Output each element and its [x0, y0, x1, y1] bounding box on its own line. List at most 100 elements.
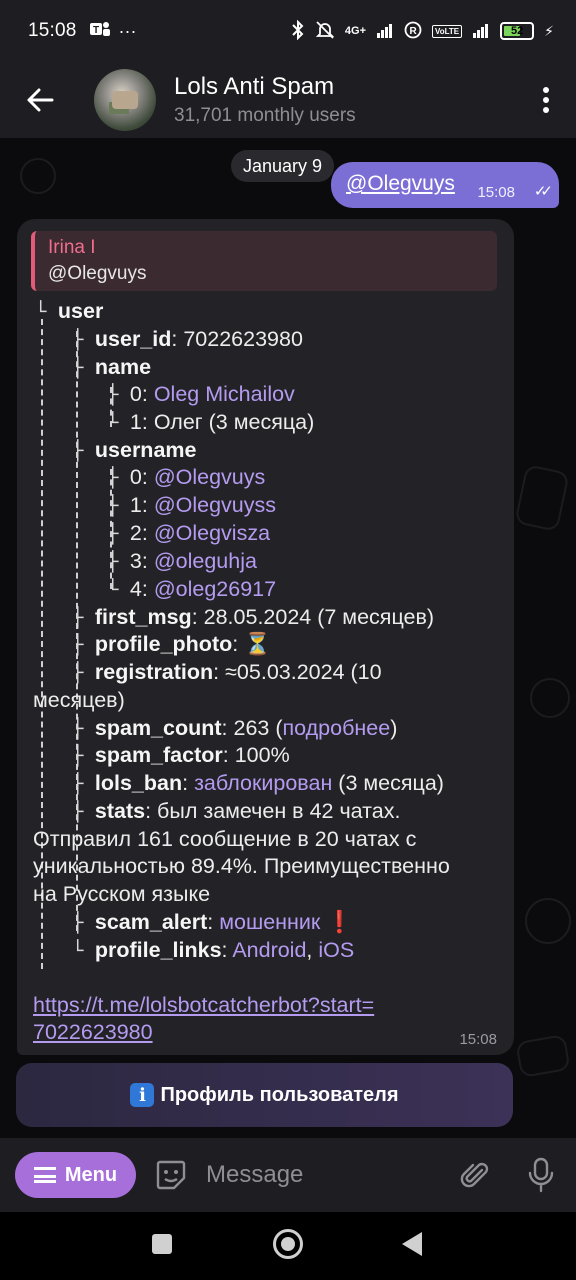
double-check-icon: ✓✓: [533, 183, 553, 200]
teams-icon: T: [89, 19, 111, 44]
microphone-icon: [528, 1157, 554, 1193]
field-spam-factor: ├ spam_factor: 100%: [72, 743, 290, 767]
menu-label: Menu: [64, 1163, 118, 1186]
message-time: 15:08: [459, 1031, 497, 1048]
username-item: ├ 2: @Olegvisza: [107, 521, 271, 545]
field-scam-alert: ├ scam_alert: мошенник ❗: [72, 910, 354, 934]
field-user-id: ├ user_id: 7022623980: [72, 327, 303, 351]
username-item: ├ 0: @Olegvuys: [107, 465, 266, 489]
outgoing-message[interactable]: @Olegvuys 15:08 ✓✓: [331, 162, 559, 208]
name-item-0: ├ 0: Oleg Michailov: [107, 382, 295, 406]
registration-cont: месяцев): [33, 688, 125, 712]
name-item-1: └ 1: Олег (3 месяца): [107, 410, 315, 434]
stats-line-3: уникальностью 89.4%. Преимущественно: [33, 854, 450, 878]
username-item: ├ 3: @oleguhja: [107, 549, 257, 573]
charging-icon: ⚡: [544, 22, 554, 39]
bluetooth-icon: [291, 19, 305, 43]
stats-line-4: на Русском языке: [33, 882, 211, 906]
message-time: 15:08: [477, 184, 515, 201]
background-pattern: [514, 464, 570, 532]
svg-text:R: R: [410, 26, 418, 37]
chat-title: Lols Anti Spam: [174, 73, 335, 100]
stats-line-2: Отправил 161 сообщение в 20 чатах с: [33, 827, 417, 851]
back-button[interactable]: [0, 62, 80, 138]
android-link[interactable]: Android: [232, 938, 306, 962]
user-profile-label: Профиль пользователя: [160, 1083, 399, 1106]
background-pattern: [530, 678, 570, 718]
field-lols-ban: ├ lols_ban: заблокирован (3 месяца): [72, 771, 444, 795]
username-item: ├ 1: @Olegvuyss: [107, 493, 277, 517]
field-first-msg: ├ first_msg: 28.05.2024 (7 месяцев): [72, 605, 435, 629]
registered-icon: R: [404, 21, 422, 42]
url-line-1: https://t.me/lolsbotcatcherbot?start=: [33, 993, 375, 1017]
sticker-button[interactable]: [154, 1158, 188, 1192]
hourglass-icon: ⏳: [244, 632, 271, 656]
field-stats: ├ stats: был замечен в 42 чатах.: [72, 799, 401, 823]
back-nav-button[interactable]: [402, 1232, 422, 1256]
voice-button[interactable]: [526, 1157, 556, 1193]
field-spam-count: ├ spam_count: 263 (подробнее): [72, 716, 398, 740]
outgoing-mention[interactable]: @Olegvuys: [346, 172, 455, 196]
arrow-left-icon: [27, 88, 54, 112]
chat-title-area[interactable]: Lols Anti Spam 31,701 monthly users: [174, 73, 356, 127]
status-left-icons: T ···: [89, 19, 137, 44]
mute-bell-icon: [315, 20, 335, 43]
paperclip-icon: [460, 1162, 489, 1188]
chat-header: Lols Anti Spam 31,701 monthly users: [0, 62, 576, 138]
background-pattern: [20, 158, 56, 194]
network-label: 4G+: [344, 25, 366, 37]
username-link[interactable]: @oleguhja: [154, 549, 257, 573]
incoming-message[interactable]: Irina I @Olegvuys └ user ├ user_id: 7022…: [17, 219, 514, 1055]
sticker-icon: [156, 1160, 186, 1190]
more-options-button[interactable]: [516, 62, 576, 138]
info-icon: ℹ: [130, 1083, 155, 1107]
svg-text:T: T: [93, 25, 99, 36]
details-link[interactable]: подробнее: [283, 716, 391, 740]
username-item: └ 4: @oleg26917: [107, 577, 277, 601]
status-right-icons: 4G+ R VoLTE 52 ⚡: [291, 19, 554, 43]
field-profile-links: └ profile_links: Android, iOS: [72, 938, 355, 962]
message-input[interactable]: Message: [206, 1161, 303, 1189]
chat-subtitle: 31,701 monthly users: [174, 105, 356, 126]
recents-button[interactable]: [152, 1234, 172, 1254]
signal-icon: [376, 22, 394, 41]
username-link[interactable]: @Olegvuys: [154, 465, 265, 489]
name-link[interactable]: Oleg Michailov: [154, 382, 295, 406]
background-pattern: [525, 898, 571, 944]
url-line-2: 7022623980: [33, 1020, 153, 1044]
message-composer: Menu Message: [0, 1138, 576, 1212]
reply-author: Irina I: [48, 237, 96, 258]
reply-text: @Olegvuys: [48, 263, 147, 284]
battery-level: 52: [511, 25, 524, 37]
field-name: ├ name: [72, 355, 152, 379]
status-time: 15:08: [28, 20, 77, 41]
signal-icon-2: [472, 22, 490, 41]
username-link[interactable]: @Olegvuyss: [154, 493, 276, 517]
date-chip: January 9: [231, 150, 335, 182]
bot-url-link[interactable]: https://t.me/lolsbotcatcherbot?start= 70…: [33, 992, 374, 1046]
three-dots-icon: [543, 87, 549, 113]
exclamation-icon: ❗: [326, 910, 354, 934]
field-profile-photo: ├ profile_photo: ⏳: [72, 632, 271, 656]
background-pattern: [515, 1033, 571, 1079]
ios-link[interactable]: iOS: [318, 938, 354, 962]
tree-root: └ user: [35, 299, 104, 323]
more-notifications-icon: ···: [118, 20, 137, 41]
system-nav-bar: [0, 1212, 576, 1280]
avatar[interactable]: [94, 69, 156, 131]
bot-menu-button[interactable]: Menu: [15, 1152, 136, 1198]
scam-link[interactable]: мошенник: [219, 910, 320, 934]
field-username: ├ username: [72, 438, 197, 462]
battery-icon: 52: [500, 22, 535, 40]
username-link[interactable]: @oleg26917: [154, 577, 276, 601]
status-bar: 15:08 T ··· 4G+ R VoLTE 52 ⚡: [0, 0, 576, 62]
home-button[interactable]: [273, 1229, 303, 1259]
volte-label: VoLTE: [432, 24, 463, 38]
hamburger-icon: [33, 1167, 56, 1183]
reply-quote[interactable]: Irina I @Olegvuys: [31, 231, 497, 291]
field-registration: ├ registration: ≈05.03.2024 (10: [72, 660, 382, 684]
user-profile-button[interactable]: ℹ Профиль пользователя: [16, 1063, 513, 1127]
username-link[interactable]: @Olegvisza: [154, 521, 270, 545]
ban-link[interactable]: заблокирован: [194, 771, 332, 795]
attach-button[interactable]: [458, 1158, 492, 1192]
